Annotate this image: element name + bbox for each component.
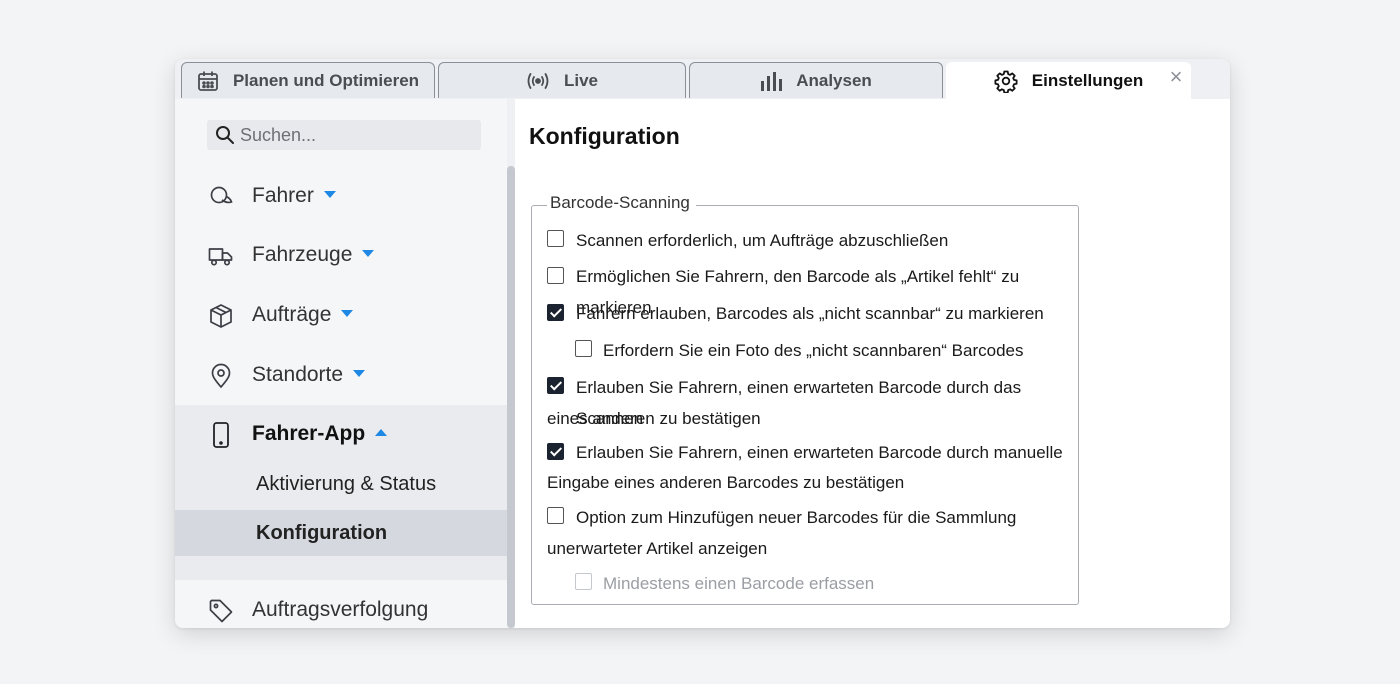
smartphone-icon [213,422,229,448]
sidebar-item-label: Fahrzeuge [252,243,353,266]
sidebar-subitem-aktivierung-status[interactable]: Aktivierung & Status [175,461,507,507]
sidebar-item-label: Fahrer [252,184,314,207]
checkbox-mark-unscannable[interactable] [547,304,564,321]
sidebar-item-standorte[interactable]: Standorte [175,351,507,399]
sidebar-subitem-label: Aktivierung & Status [256,472,437,495]
box-icon [210,304,232,328]
option-label-continued: eines anderen zu bestätigen [547,409,761,428]
sidebar-item-label: Fahrer-App [252,422,366,445]
checkbox-require-photo[interactable] [575,340,592,357]
calendar-icon [198,71,218,91]
option-label: Scannen erforderlich, um Aufträge abzusc… [576,231,949,250]
sidebar-item-label: Auftragsverfolgung [252,598,429,621]
person-icon [210,186,233,204]
tab-label: Einstellungen [1031,70,1144,90]
search-icon [216,126,234,144]
search-placeholder: Suchen... [240,124,317,145]
tab-analysen[interactable]: Analysen [689,62,943,98]
bar-chart-icon [761,71,783,91]
page-title: Konfiguration [529,123,680,149]
sidebar-item-fahrer[interactable]: Fahrer [175,172,507,220]
sidebar-subitem-konfiguration[interactable]: Konfiguration [175,510,507,556]
sidebar-item-fahrer-app[interactable]: Fahrer-App [175,410,507,458]
tab-planen-und-optimieren[interactable]: Planen und Optimieren [181,62,435,98]
sidebar-item-fahrzeuge[interactable]: Fahrzeuge [175,231,507,279]
sidebar-item-auftraege[interactable]: Aufträge [175,291,507,339]
checkbox-add-new-barcodes[interactable] [547,507,564,524]
gear-icon [994,70,1018,93]
tab-label: Planen und Optimieren [232,70,420,90]
checkbox-scan-required[interactable] [547,230,564,247]
broadcast-icon [527,72,549,89]
tab-live[interactable]: Live [438,62,686,98]
settings-window: Planen und Optimieren Live Analysen Eins… [175,59,1230,628]
barcode-scanning-group: Barcode-Scanning Scannen erforderlich, u… [531,193,1079,605]
chevron-up-icon [375,428,388,436]
search-input[interactable]: Suchen... [207,120,481,150]
close-icon[interactable]: × [1167,66,1185,88]
chevron-down-icon [323,190,336,198]
checkbox-mark-missing[interactable] [547,267,564,284]
tab-label: Live [563,70,599,90]
tab-label: Analysen [796,70,872,90]
sidebar-item-auftragsverfolgung[interactable]: Auftragsverfolgung [175,586,507,628]
sidebar-item-label: Standorte [252,363,344,386]
tag-icon [209,599,233,623]
group-legend: Barcode-Scanning [547,193,696,213]
checkbox-confirm-by-scan[interactable] [547,377,564,394]
sidebar: Suchen... Fahrer Fahrzeuge Aufträge Stan… [175,99,507,628]
option-label: Erfordern Sie ein Foto des „nicht scannb… [603,341,1024,360]
option-label-continued: unerwarteter Artikel anzeigen [547,539,768,558]
sidebar-item-label: Aufträge [252,303,332,326]
option-label-continued: Eingabe eines anderen Barcodes zu bestät… [547,473,905,492]
main-content: Konfiguration Barcode-Scanning Scannen e… [515,99,1230,628]
truck-icon [208,248,233,266]
chevron-down-icon [353,369,366,377]
checkbox-confirm-by-manual-entry[interactable] [547,443,564,460]
option-label: Fahrern erlauben, Barcodes als „nicht sc… [576,304,1044,323]
sidebar-scrollbar[interactable] [507,166,515,628]
checkbox-min-one-barcode[interactable] [575,573,592,590]
map-pin-icon [211,363,231,389]
sidebar-subitem-label: Konfiguration [256,521,388,544]
tab-einstellungen[interactable]: Einstellungen [946,62,1191,99]
option-label: Erlauben Sie Fahrern, einen erwarteten B… [576,443,1063,462]
chevron-down-icon [362,249,375,257]
option-label: Option zum Hinzufügen neuer Barcodes für… [576,508,1017,527]
option-label: Mindestens einen Barcode erfassen [603,574,875,593]
chevron-down-icon [341,309,354,317]
sidebar-group-fahrer-app: Fahrer-App Aktivierung & Status Konfigur… [175,405,507,580]
